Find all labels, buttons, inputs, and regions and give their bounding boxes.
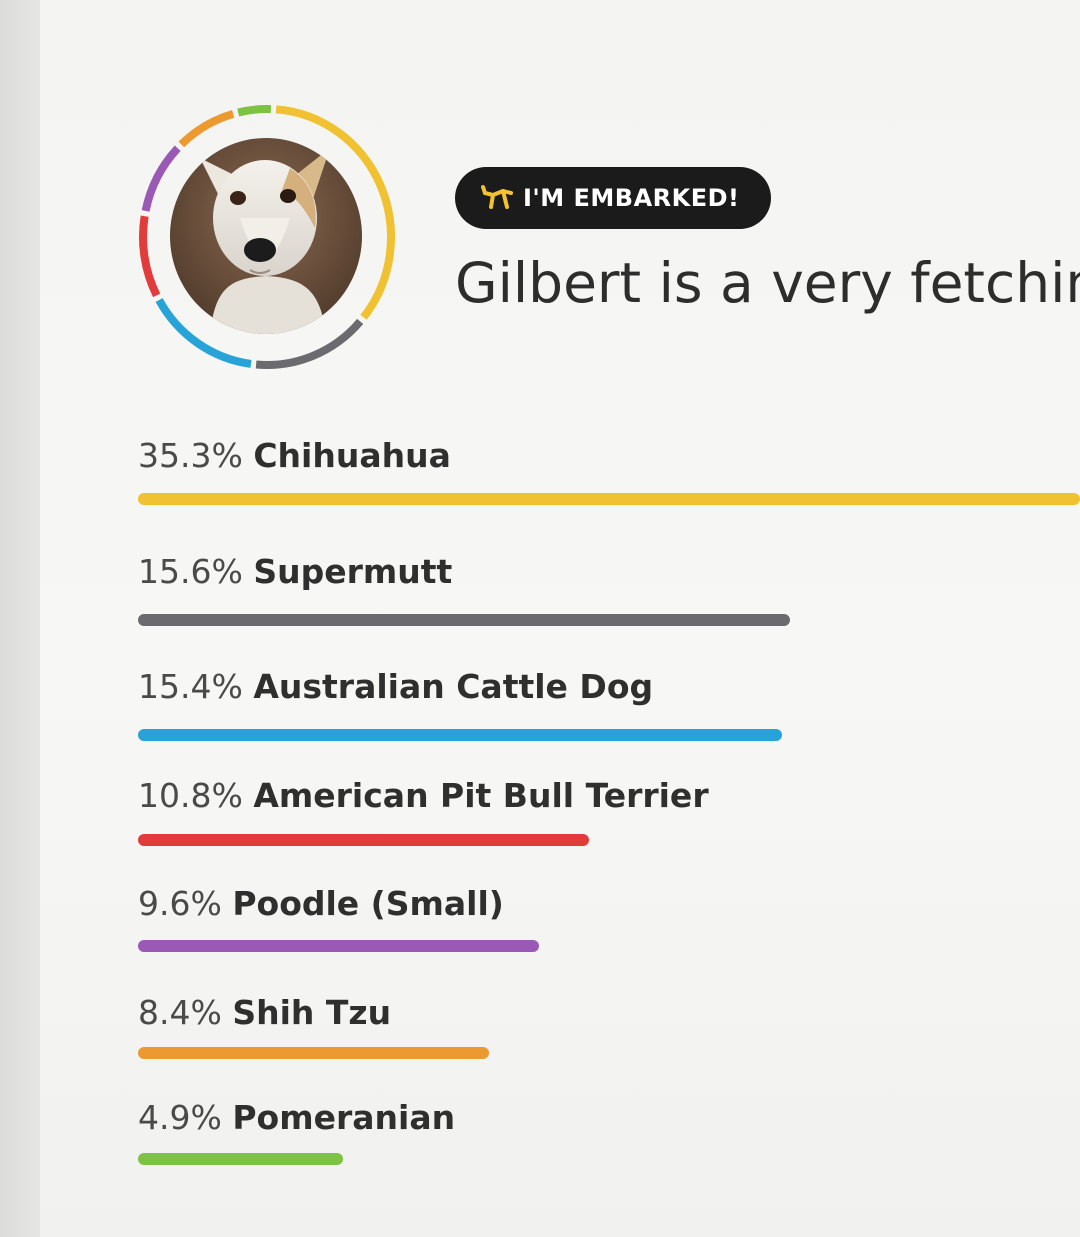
breed-name: Chihuahua — [253, 436, 451, 475]
breed-label: 15.6% Supermutt — [138, 552, 452, 592]
breed-name: Pomeranian — [232, 1098, 456, 1137]
monitor-bezel — [0, 0, 40, 1237]
breed-percent: 15.4% — [138, 667, 243, 706]
headline: Gilbert is a very fetching — [455, 251, 1080, 315]
breed-name: American Pit Bull Terrier — [253, 776, 709, 815]
ring-segment — [139, 215, 161, 298]
breed-label: 4.9% Pomeranian — [138, 1098, 455, 1138]
breed-label: 15.4% Australian Cattle Dog — [138, 667, 653, 707]
breed-label: 35.3% Chihuahua — [138, 436, 451, 476]
breed-name: Australian Cattle Dog — [253, 667, 654, 706]
breed-name: Shih Tzu — [232, 993, 392, 1032]
breed-bar — [138, 940, 539, 952]
breed-percent: 35.3% — [138, 436, 243, 475]
breed-name: Poodle (Small) — [232, 884, 504, 923]
breed-label: 10.8% American Pit Bull Terrier — [138, 776, 709, 816]
breed-bar — [138, 1047, 489, 1059]
dog-photo — [170, 138, 362, 334]
breed-percent: 8.4% — [138, 993, 222, 1032]
ring-segment — [178, 110, 235, 148]
breed-percent: 15.6% — [138, 552, 243, 591]
breed-label: 8.4% Shih Tzu — [138, 993, 391, 1033]
badge-label: I'M EMBARKED! — [523, 184, 740, 212]
breed-percent: 9.6% — [138, 884, 222, 923]
breed-bar — [138, 834, 589, 846]
breed-bar — [138, 1153, 343, 1165]
ring-segment — [141, 145, 181, 212]
balloon-dog-icon — [481, 185, 513, 209]
breed-percent: 4.9% — [138, 1098, 222, 1137]
breed-label: 9.6% Poodle (Small) — [138, 884, 504, 924]
dog-avatar — [170, 138, 362, 334]
breed-bar — [138, 493, 1080, 505]
embarked-badge: I'M EMBARKED! — [455, 167, 771, 229]
breed-name: Supermutt — [253, 552, 453, 591]
ring-segment — [237, 105, 272, 117]
breed-bar — [138, 729, 782, 741]
breed-bar — [138, 614, 790, 626]
breed-percent: 10.8% — [138, 776, 243, 815]
